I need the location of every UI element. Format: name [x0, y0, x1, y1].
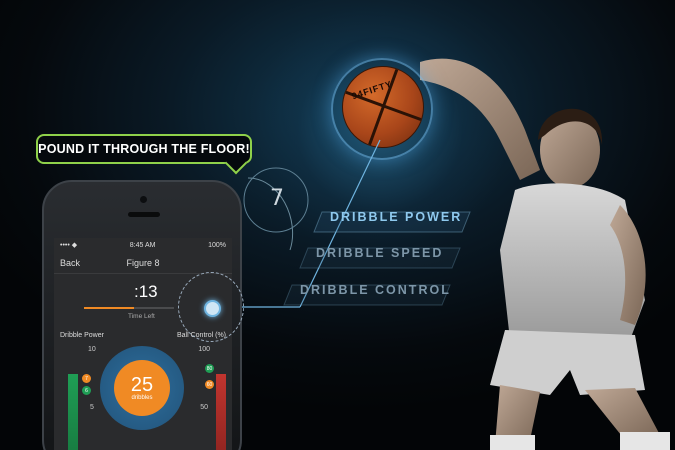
dribble-power-bar: [68, 374, 78, 450]
page-title: Figure 8: [126, 257, 160, 268]
dribble-gauge-value: 25: [130, 374, 154, 396]
left-tick-top: 10: [88, 346, 96, 353]
metric-dribble-speed: DRIBBLE SPEED: [316, 246, 444, 260]
dribble-power-label: Dribble Power: [60, 332, 104, 339]
control-marker-orange: 60: [205, 380, 214, 389]
dribble-gauge: 25 dribbles: [114, 360, 170, 416]
metric-dribble-control: DRIBBLE CONTROL: [300, 283, 451, 297]
player-image: [420, 58, 670, 450]
dribble-gauge-unit: dribbles: [131, 395, 153, 401]
metric-dribble-power: DRIBBLE POWER: [330, 210, 463, 224]
power-marker-orange: 7: [82, 374, 91, 383]
carrier-signal: •••• ◆: [60, 242, 78, 249]
status-bar: •••• ◆ 8:45 AM 100%: [54, 238, 232, 252]
timer-value: :13: [134, 282, 158, 301]
battery-level: 100%: [208, 241, 226, 249]
power-marker-green: 6: [82, 386, 91, 395]
timer-label: Time Left: [128, 313, 155, 320]
stats-panel: Dribble Power Ball Control (%) 10 5 100 …: [54, 328, 232, 450]
dribble-count: 7: [270, 186, 284, 211]
basketball-image: 94FIFTY: [342, 66, 424, 148]
right-tick-top: 100: [198, 346, 210, 353]
dial-handle[interactable]: [204, 300, 221, 317]
right-tick-mid: 50: [200, 404, 208, 411]
camera-icon: [140, 196, 147, 203]
speaker-grille: [128, 212, 160, 217]
control-marker-green: 80: [205, 364, 214, 373]
nav-bar: Back Figure 8: [54, 252, 232, 274]
status-time: 8:45 AM: [129, 241, 156, 249]
ball-control-bar: [216, 374, 226, 450]
app-screen: •••• ◆ 8:45 AM 100% Back Figure 8 :13 Ti…: [54, 238, 232, 450]
left-tick-mid: 5: [90, 404, 94, 411]
time-progress-bar: [84, 307, 174, 309]
speech-bubble-text: POUND IT THROUGH THE FLOOR!: [38, 142, 250, 156]
speech-bubble: POUND IT THROUGH THE FLOOR!: [36, 134, 252, 164]
